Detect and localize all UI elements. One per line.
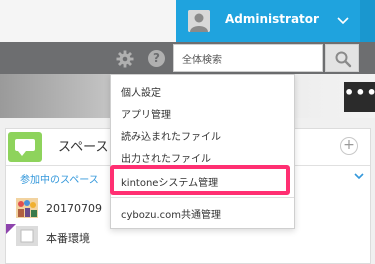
menu-divider — [111, 197, 294, 198]
avatar-icon — [188, 10, 210, 32]
menu-item-imported-files[interactable]: 読み込まれたファイル — [121, 128, 221, 143]
add-space-button[interactable]: + — [340, 137, 358, 155]
search-input[interactable]: 全体検索 — [173, 44, 323, 72]
space-color-marker — [6, 224, 16, 234]
menu-item-exported-files[interactable]: 出力されたファイル — [121, 150, 211, 165]
search-icon — [335, 51, 352, 68]
space-filter-dropdown[interactable]: 参加中のスペース — [20, 171, 99, 186]
spaces-title: スペース — [58, 140, 109, 155]
menu-item-cybozu-admin[interactable]: cybozu.com共通管理 — [121, 206, 221, 221]
user-menu-toggle[interactable]: Administrator — [176, 0, 360, 42]
space-thumbnail — [16, 226, 38, 246]
highlight-box — [110, 165, 290, 195]
user-dropdown-menu: 個人設定 アプリ管理 読み込まれたファイル 出力されたファイル kintoneシ… — [110, 74, 295, 229]
space-name: 20170709 — [46, 202, 102, 215]
chevron-down-icon — [337, 17, 349, 25]
menu-item-personal-settings[interactable]: 個人設定 — [121, 84, 161, 99]
menu-item-app-management[interactable]: アプリ管理 — [121, 106, 171, 121]
space-thumbnail — [16, 198, 38, 218]
help-icon[interactable]: ? — [148, 50, 165, 67]
chevron-down-icon[interactable] — [353, 170, 365, 182]
gear-icon[interactable] — [116, 50, 134, 68]
user-name: Administrator — [225, 12, 319, 26]
speech-bubble-icon — [8, 132, 42, 162]
more-options-button[interactable]: ••• — [344, 82, 375, 112]
top-bar-edge — [360, 0, 375, 42]
search-placeholder: 全体検索 — [182, 55, 222, 66]
space-name: 本番環境 — [46, 232, 90, 245]
search-button[interactable] — [325, 44, 359, 72]
